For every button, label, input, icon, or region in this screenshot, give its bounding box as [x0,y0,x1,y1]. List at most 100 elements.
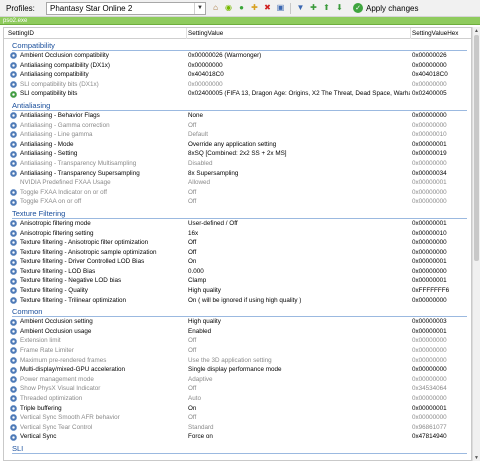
setting-row[interactable]: Triple buffering On 0x00000001 [4,404,471,414]
delete-icon[interactable]: ✖ [262,3,273,14]
setting-value[interactable]: 0x404018C0 [188,71,410,78]
scrollbar-thumb[interactable] [474,35,479,261]
apply-changes-button[interactable]: ✓ Apply changes [353,3,418,13]
setting-value[interactable]: 0x02400005 (FIFA 13, Dragon Age: Origins… [188,90,410,97]
setting-value[interactable]: Off [188,239,410,246]
green-circle-icon[interactable]: ● [236,3,247,14]
setting-value[interactable]: None [188,112,410,119]
setting-value[interactable]: Adaptive [188,376,410,383]
setting-value[interactable]: Allowed [188,179,410,186]
scroll-down-icon[interactable]: ▼ [473,454,480,461]
setting-row[interactable]: SLI compatibility bits (DX1x) 0x00000000 0… [4,80,471,90]
setting-value[interactable]: Off [188,385,410,392]
import-icon[interactable]: ⬇ [334,3,345,14]
setting-value[interactable]: Clamp [188,277,410,284]
setting-value[interactable]: User-defined / Off [188,220,410,227]
setting-row[interactable]: Texture filtering - Anisotropic sample o… [4,248,471,258]
column-setting-id[interactable]: SettingID [8,30,34,37]
setting-row[interactable]: Antialiasing - Setting 8xSQ [Combined: 2x… [4,149,471,159]
setting-row[interactable]: Toggle FXAA on or off Off 0x00000000 [4,197,471,207]
setting-row[interactable]: Antialiasing - Mode Override any applicat… [4,140,471,150]
setting-row[interactable]: Vertical Sync Force on 0x47814940 [4,432,471,442]
add-icon[interactable]: ✚ [249,3,260,14]
column-setting-value-hex[interactable]: SettingValueHex [412,30,458,37]
group-header[interactable]: SLI [4,442,471,454]
filter-icon[interactable]: ▼ [295,3,306,14]
setting-value[interactable]: Default [188,131,410,138]
setting-row[interactable]: Texture filtering - Negative LOD bias Cla… [4,276,471,286]
chevron-down-icon[interactable]: ▼ [194,2,205,14]
setting-row[interactable]: Texture filtering - Quality High quality 0… [4,286,471,296]
setting-row[interactable]: Antialiasing compatibility (DX1x) 0x00000… [4,61,471,71]
setting-value[interactable]: Standard [188,424,410,431]
setting-value[interactable]: Off [188,122,410,129]
setting-row[interactable]: Vertical Sync Tear Control Standard 0x9686… [4,423,471,433]
profile-dropdown[interactable]: Phantasy Star Online 2 ▼ [46,1,206,15]
setting-value[interactable]: Disabled [188,160,410,167]
setting-row[interactable]: Power management mode Adaptive 0x00000000 [4,375,471,385]
setting-value[interactable]: 0x00000000 [188,62,410,69]
export-icon[interactable]: ⬆ [321,3,332,14]
setting-row[interactable]: Anisotropic filtering setting 16x 0x000000… [4,229,471,239]
setting-value[interactable]: Off [188,198,410,205]
column-divider[interactable] [410,28,411,39]
group-header[interactable]: Common [4,305,471,318]
setting-row[interactable]: Show PhysX Visual Indicator Off 0x34534064 [4,384,471,394]
setting-value[interactable]: Force on [188,433,410,440]
setting-row[interactable]: Maximum pre-rendered frames Use the 3D ap… [4,356,471,366]
column-divider[interactable] [186,28,187,39]
setting-row[interactable]: Multi-display/mixed-GPU acceleration Sing… [4,365,471,375]
setting-value[interactable]: High quality [188,318,410,325]
setting-value[interactable]: Enabled [188,328,410,335]
setting-value[interactable]: On [188,258,410,265]
setting-row[interactable]: Texture filtering - Driver Controlled LO… [4,257,471,267]
setting-value[interactable]: Auto [188,395,410,402]
setting-row[interactable]: NVIDIA Predefined FXAA Usage Allowed 0x000… [4,178,471,188]
setting-row[interactable]: Extension limit Off 0x00000000 [4,336,471,346]
setting-value[interactable]: Off [188,347,410,354]
setting-value[interactable]: Use the 3D application setting [188,357,410,364]
setting-row[interactable]: Texture filtering - Trilinear optimizati… [4,296,471,306]
group-header[interactable]: Compatibility [4,39,471,51]
nvidia-icon[interactable]: ◉ [223,3,234,14]
setting-row[interactable]: Threaded optimization Auto 0x00000000 [4,394,471,404]
setting-value[interactable]: On ( will be ignored if using high quali… [188,297,410,304]
setting-row[interactable]: Ambient Occlusion usage Enabled 0x00000001 [4,327,471,337]
setting-row[interactable]: Antialiasing - Gamma correction Off 0x0000… [4,121,471,131]
setting-row[interactable]: Toggle FXAA Indicator on or off Off 0x0000… [4,188,471,198]
setting-row[interactable]: Anisotropic filtering mode User-defined /… [4,219,471,229]
group-header[interactable]: Antialiasing [4,99,471,111]
save-icon[interactable]: ▣ [275,3,286,14]
setting-row[interactable]: Antialiasing - Transparency Multisamplin… [4,159,471,169]
home-icon[interactable]: ⌂ [210,3,221,14]
setting-row[interactable]: Antialiasing - Line gamma Default 0x000000… [4,130,471,140]
setting-value[interactable]: On [188,405,410,412]
setting-value[interactable]: Off [188,414,410,421]
setting-row[interactable]: Vertical Sync Smooth AFR behavior Off 0x00… [4,413,471,423]
setting-row[interactable]: Texture filtering - LOD Bias 0.000 0x00000… [4,267,471,277]
setting-row[interactable]: Antialiasing - Transparency Supersamplin… [4,169,471,179]
setting-value[interactable]: 0.000 [188,268,410,275]
setting-value[interactable]: 8xSQ [Combined: 2x2 SS + 2x MS] [188,150,410,157]
scroll-up-icon[interactable]: ▲ [473,27,480,34]
setting-value[interactable]: 0x00000000 [188,81,410,88]
setting-row[interactable]: Texture filtering - Anisotropic filter o… [4,238,471,248]
setting-value[interactable]: 0x00000026 (Warmonger) [188,52,410,59]
setting-row[interactable]: Frame Rate Limiter Off 0x00000000 [4,346,471,356]
setting-value[interactable]: Off [188,189,410,196]
setting-row[interactable]: Ambient Occlusion setting High quality 0x0… [4,317,471,327]
setting-value[interactable]: Override any application setting [188,141,410,148]
group-header[interactable]: Texture Filtering [4,207,471,219]
setting-value[interactable]: High quality [188,287,410,294]
setting-value[interactable]: 8x Supersampling [188,170,410,177]
setting-value[interactable]: 16x [188,230,410,237]
setting-value[interactable]: Off [188,337,410,344]
add-app-icon[interactable]: ✚ [308,3,319,14]
setting-row[interactable]: Antialiasing - Behavior Flags None 0x00000… [4,111,471,121]
vertical-scrollbar[interactable]: ▲ ▼ [472,27,480,461]
setting-row[interactable]: Antialiasing compatibility 0x404018C0 0x40… [4,70,471,80]
setting-row[interactable]: SLI compatibility bits 0x02400005 (FIFA 1… [4,89,471,99]
setting-value[interactable]: Off [188,249,410,256]
column-setting-value[interactable]: SettingValue [188,30,223,37]
setting-value[interactable]: Single display performance mode [188,366,410,373]
